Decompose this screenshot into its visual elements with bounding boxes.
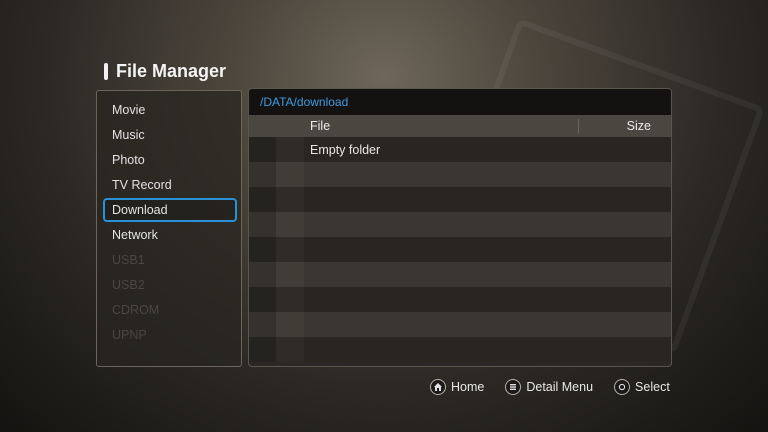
list-row (249, 262, 671, 287)
list-row (249, 187, 671, 212)
footer-hints: Home Detail Menu Select (430, 379, 670, 395)
home-label: Home (451, 380, 485, 394)
empty-folder-message: Empty folder (310, 143, 381, 157)
list-row (249, 237, 671, 262)
file-list: Empty folder (249, 137, 671, 362)
sidebar-item-movie[interactable]: Movie (103, 98, 237, 122)
select-button[interactable]: Select (614, 379, 670, 395)
column-divider (578, 119, 579, 133)
list-row: Empty folder (249, 137, 671, 162)
column-header-size: Size (626, 119, 651, 133)
column-header-file: File (310, 119, 331, 133)
sidebar-item-download[interactable]: Download (103, 198, 237, 222)
select-label: Select (635, 380, 670, 394)
list-row (249, 162, 671, 187)
sidebar: Movie Music Photo TV Record Download Net… (96, 90, 242, 367)
sidebar-item-cdrom: CDROM (112, 303, 160, 317)
list-row (249, 212, 671, 237)
ok-icon (614, 379, 631, 395)
file-browser-panel: /DATA/download File Size Empty folder (248, 88, 672, 367)
sidebar-item-network[interactable]: Network (103, 223, 237, 247)
current-path: /DATA/download (249, 89, 671, 115)
sidebar-item-photo[interactable]: Photo (103, 148, 237, 172)
home-icon (430, 379, 446, 395)
list-row (249, 312, 671, 337)
sidebar-item-upnp: UPNP (112, 328, 147, 342)
page-title-text: File Manager (116, 61, 227, 81)
title-accent-bar (104, 63, 108, 80)
sidebar-item-usb2: USB2 (112, 278, 145, 292)
sidebar-item-usb1: USB1 (112, 253, 145, 267)
detail-menu-button[interactable]: Detail Menu (505, 379, 593, 395)
home-button[interactable]: Home (430, 379, 484, 395)
detail-menu-label: Detail Menu (526, 380, 594, 394)
page-title: File Manager (104, 61, 226, 82)
list-row (249, 337, 671, 362)
sidebar-item-music[interactable]: Music (103, 123, 237, 147)
menu-icon (505, 379, 522, 395)
file-list-header: File Size (249, 115, 671, 137)
sidebar-item-tv-record[interactable]: TV Record (103, 173, 237, 197)
list-row (249, 287, 671, 312)
